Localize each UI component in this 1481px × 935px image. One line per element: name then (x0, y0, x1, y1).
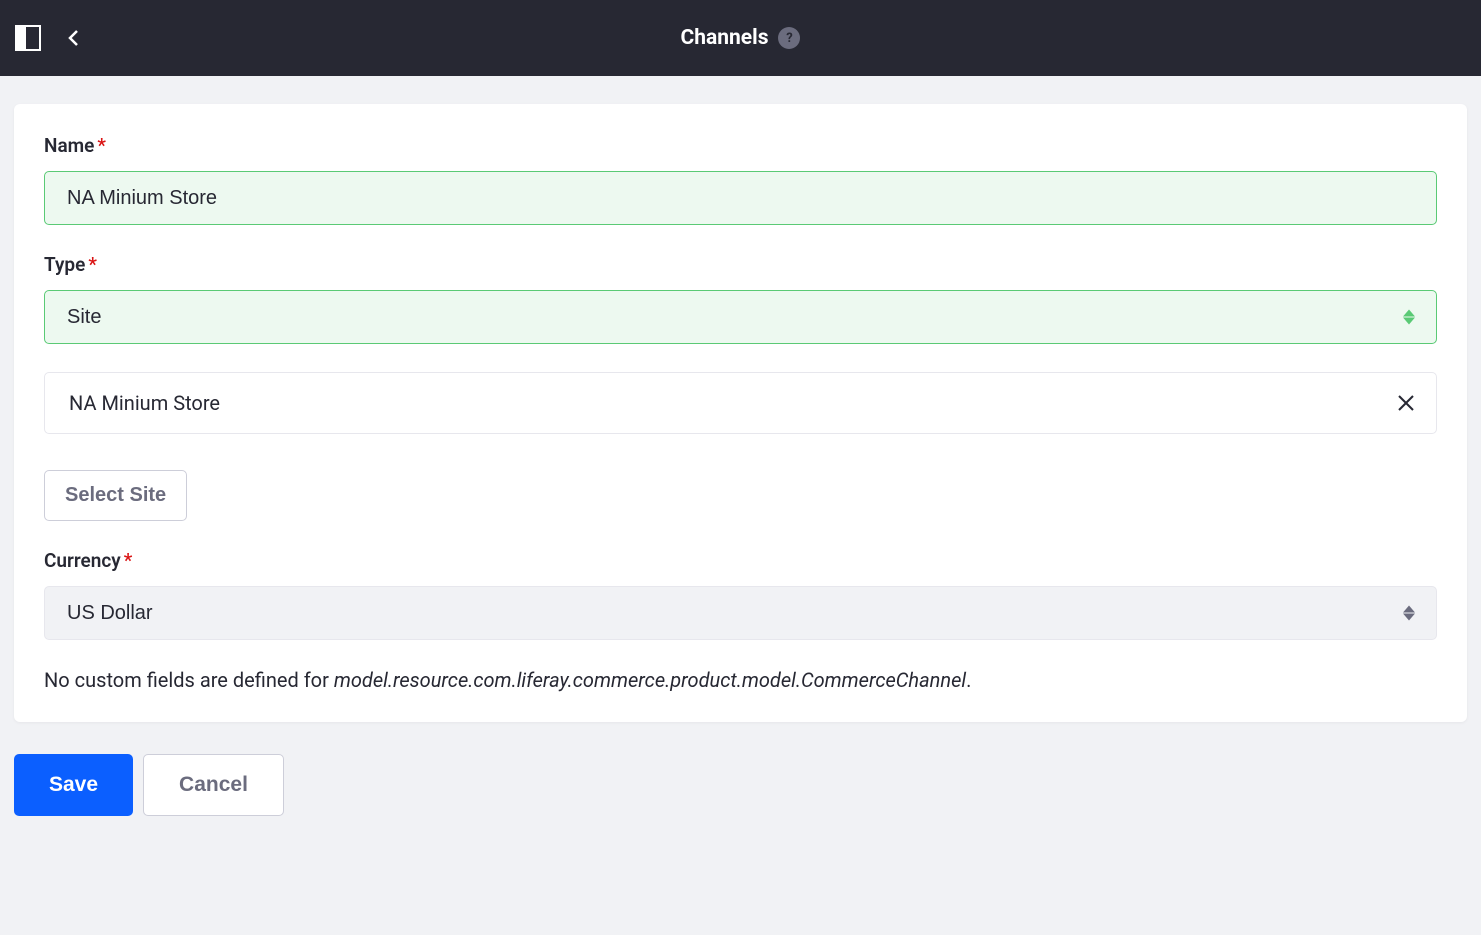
currency-label: Currency* (44, 549, 1437, 572)
currency-label-text: Currency (44, 549, 121, 572)
required-mark: * (97, 134, 106, 157)
action-button-row: Save Cancel (14, 754, 1467, 816)
name-field-group: Name* (44, 134, 1437, 225)
header-left-controls (15, 23, 89, 53)
cancel-button[interactable]: Cancel (143, 754, 284, 816)
save-button[interactable]: Save (14, 754, 133, 816)
page-title: Channels (681, 26, 769, 50)
select-site-group: Select Site (44, 470, 1437, 521)
content-area: Name* Type* Site NA Minium Store (0, 76, 1481, 836)
panel-toggle-icon[interactable] (15, 25, 41, 51)
header-title-wrap: Channels ? (681, 26, 801, 50)
required-mark: * (124, 549, 133, 572)
type-select[interactable]: Site (44, 290, 1437, 344)
type-select-wrapper: Site (44, 290, 1437, 344)
name-label: Name* (44, 134, 1437, 157)
currency-select[interactable]: US Dollar (44, 586, 1437, 640)
selected-site-group: NA Minium Store (44, 372, 1437, 434)
select-site-button[interactable]: Select Site (44, 470, 187, 521)
back-icon[interactable] (59, 23, 89, 53)
header: Channels ? (0, 0, 1481, 76)
type-label-text: Type (44, 253, 85, 276)
custom-fields-prefix: No custom fields are defined for (44, 668, 334, 692)
help-icon[interactable]: ? (778, 27, 800, 49)
name-label-text: Name (44, 134, 94, 157)
name-input[interactable] (44, 171, 1437, 225)
custom-fields-model: model.resource.com.liferay.commerce.prod… (334, 668, 966, 692)
currency-field-group: Currency* US Dollar (44, 549, 1437, 640)
required-mark: * (88, 253, 97, 276)
currency-select-wrapper: US Dollar (44, 586, 1437, 640)
close-icon[interactable] (1396, 393, 1416, 413)
type-field-group: Type* Site (44, 253, 1437, 344)
type-label: Type* (44, 253, 1437, 276)
channel-form-card: Name* Type* Site NA Minium Store (14, 104, 1467, 722)
custom-fields-suffix: . (966, 668, 971, 692)
selected-site-text: NA Minium Store (69, 391, 220, 415)
selected-site-tag: NA Minium Store (44, 372, 1437, 434)
custom-fields-message: No custom fields are defined for model.r… (44, 668, 1437, 692)
